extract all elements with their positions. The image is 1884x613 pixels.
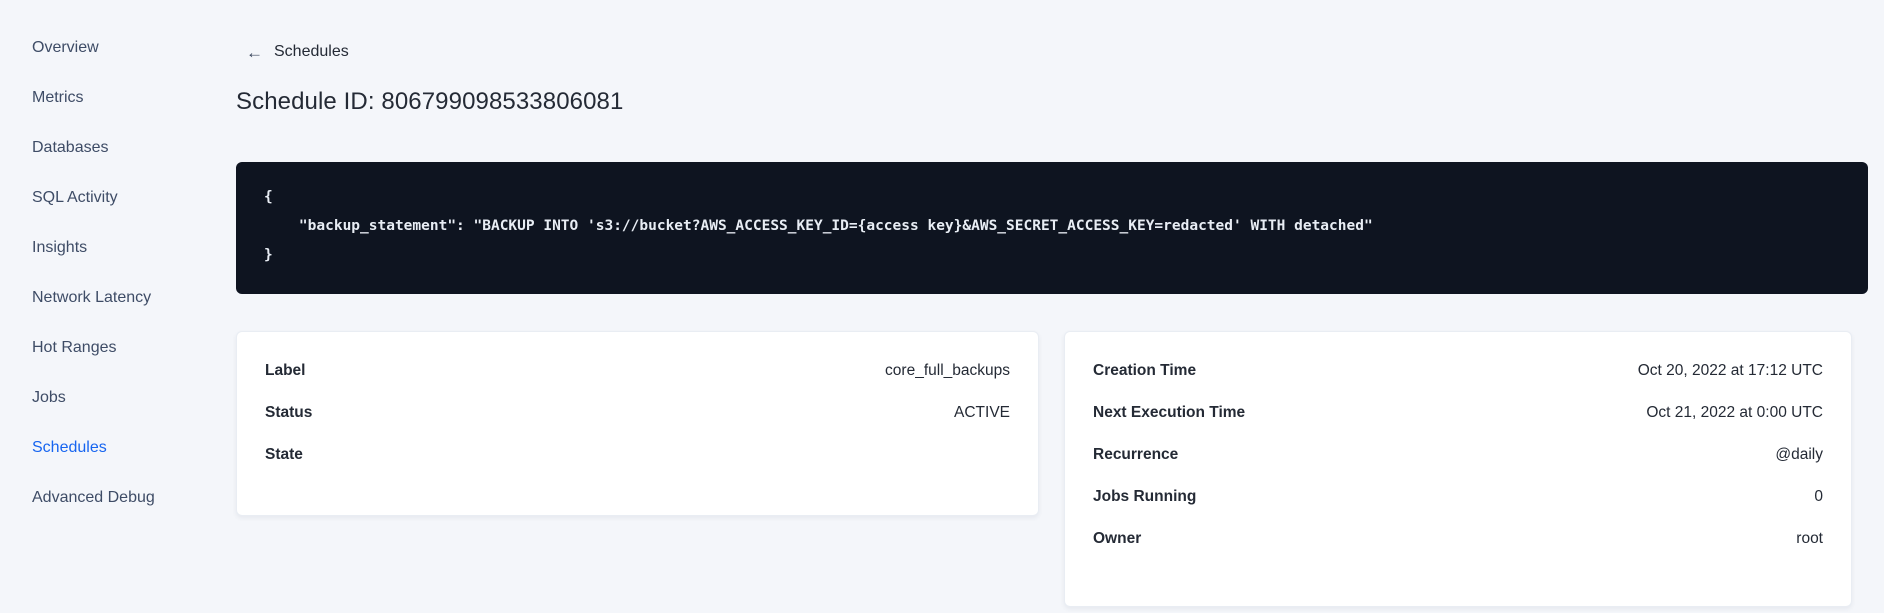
row-label: Jobs Running — [1093, 488, 1197, 505]
sidebar-item-network-latency[interactable]: Network Latency — [0, 273, 200, 323]
summary-row-status: Status ACTIVE — [265, 404, 1010, 428]
page-title: Schedule ID: 806799098533806081 — [236, 88, 624, 115]
row-value: Oct 20, 2022 at 17:12 UTC — [1637, 362, 1823, 379]
sidebar-item-overview[interactable]: Overview — [0, 23, 200, 73]
sidebar-item-sql-activity[interactable]: SQL Activity — [0, 173, 200, 223]
sidebar-item-advanced-debug[interactable]: Advanced Debug — [0, 473, 200, 523]
details-row-recurrence: Recurrence @daily — [1093, 446, 1823, 470]
code-line: { — [264, 189, 273, 205]
back-arrow-icon: ← — [246, 42, 263, 62]
sidebar-item-jobs[interactable]: Jobs — [0, 373, 200, 423]
details-row-creation-time: Creation Time Oct 20, 2022 at 17:12 UTC — [1093, 362, 1823, 386]
row-value: ACTIVE — [954, 404, 1010, 421]
row-value: root — [1796, 530, 1823, 547]
code-line: } — [264, 247, 273, 263]
row-value: 0 — [1814, 488, 1823, 505]
schedule-summary-card: Label core_full_backups Status ACTIVE St… — [236, 331, 1039, 516]
schedule-details-card: Creation Time Oct 20, 2022 at 17:12 UTC … — [1064, 331, 1852, 607]
row-label: Label — [265, 362, 306, 379]
row-label: Creation Time — [1093, 362, 1197, 379]
back-to-schedules-link[interactable]: ← Schedules — [246, 43, 349, 61]
sidebar-item-hot-ranges[interactable]: Hot Ranges — [0, 323, 200, 373]
row-value: @daily — [1775, 446, 1823, 463]
row-label: Next Execution Time — [1093, 404, 1246, 421]
row-label: Owner — [1093, 530, 1142, 547]
back-link-label: Schedules — [274, 43, 349, 60]
row-label: Status — [265, 404, 313, 421]
sidebar-item-metrics[interactable]: Metrics — [0, 73, 200, 123]
details-row-jobs-running: Jobs Running 0 — [1093, 488, 1823, 512]
sidebar-item-schedules[interactable]: Schedules — [0, 423, 200, 473]
summary-row-state: State — [265, 446, 1010, 470]
details-row-next-execution-time: Next Execution Time Oct 21, 2022 at 0:00… — [1093, 404, 1823, 428]
row-value: Oct 21, 2022 at 0:00 UTC — [1646, 404, 1823, 421]
schedule-statement-code-block: { "backup_statement": "BACKUP INTO 's3:/… — [236, 162, 1868, 294]
sidebar: Overview Metrics Databases SQL Activity … — [0, 23, 200, 523]
sidebar-item-databases[interactable]: Databases — [0, 123, 200, 173]
row-value: core_full_backups — [885, 362, 1010, 379]
sidebar-item-insights[interactable]: Insights — [0, 223, 200, 273]
code-line: "backup_statement": "BACKUP INTO 's3://b… — [264, 218, 1373, 234]
row-label: Recurrence — [1093, 446, 1179, 463]
row-label: State — [265, 446, 303, 463]
summary-row-label: Label core_full_backups — [265, 362, 1010, 386]
details-row-owner: Owner root — [1093, 530, 1823, 554]
